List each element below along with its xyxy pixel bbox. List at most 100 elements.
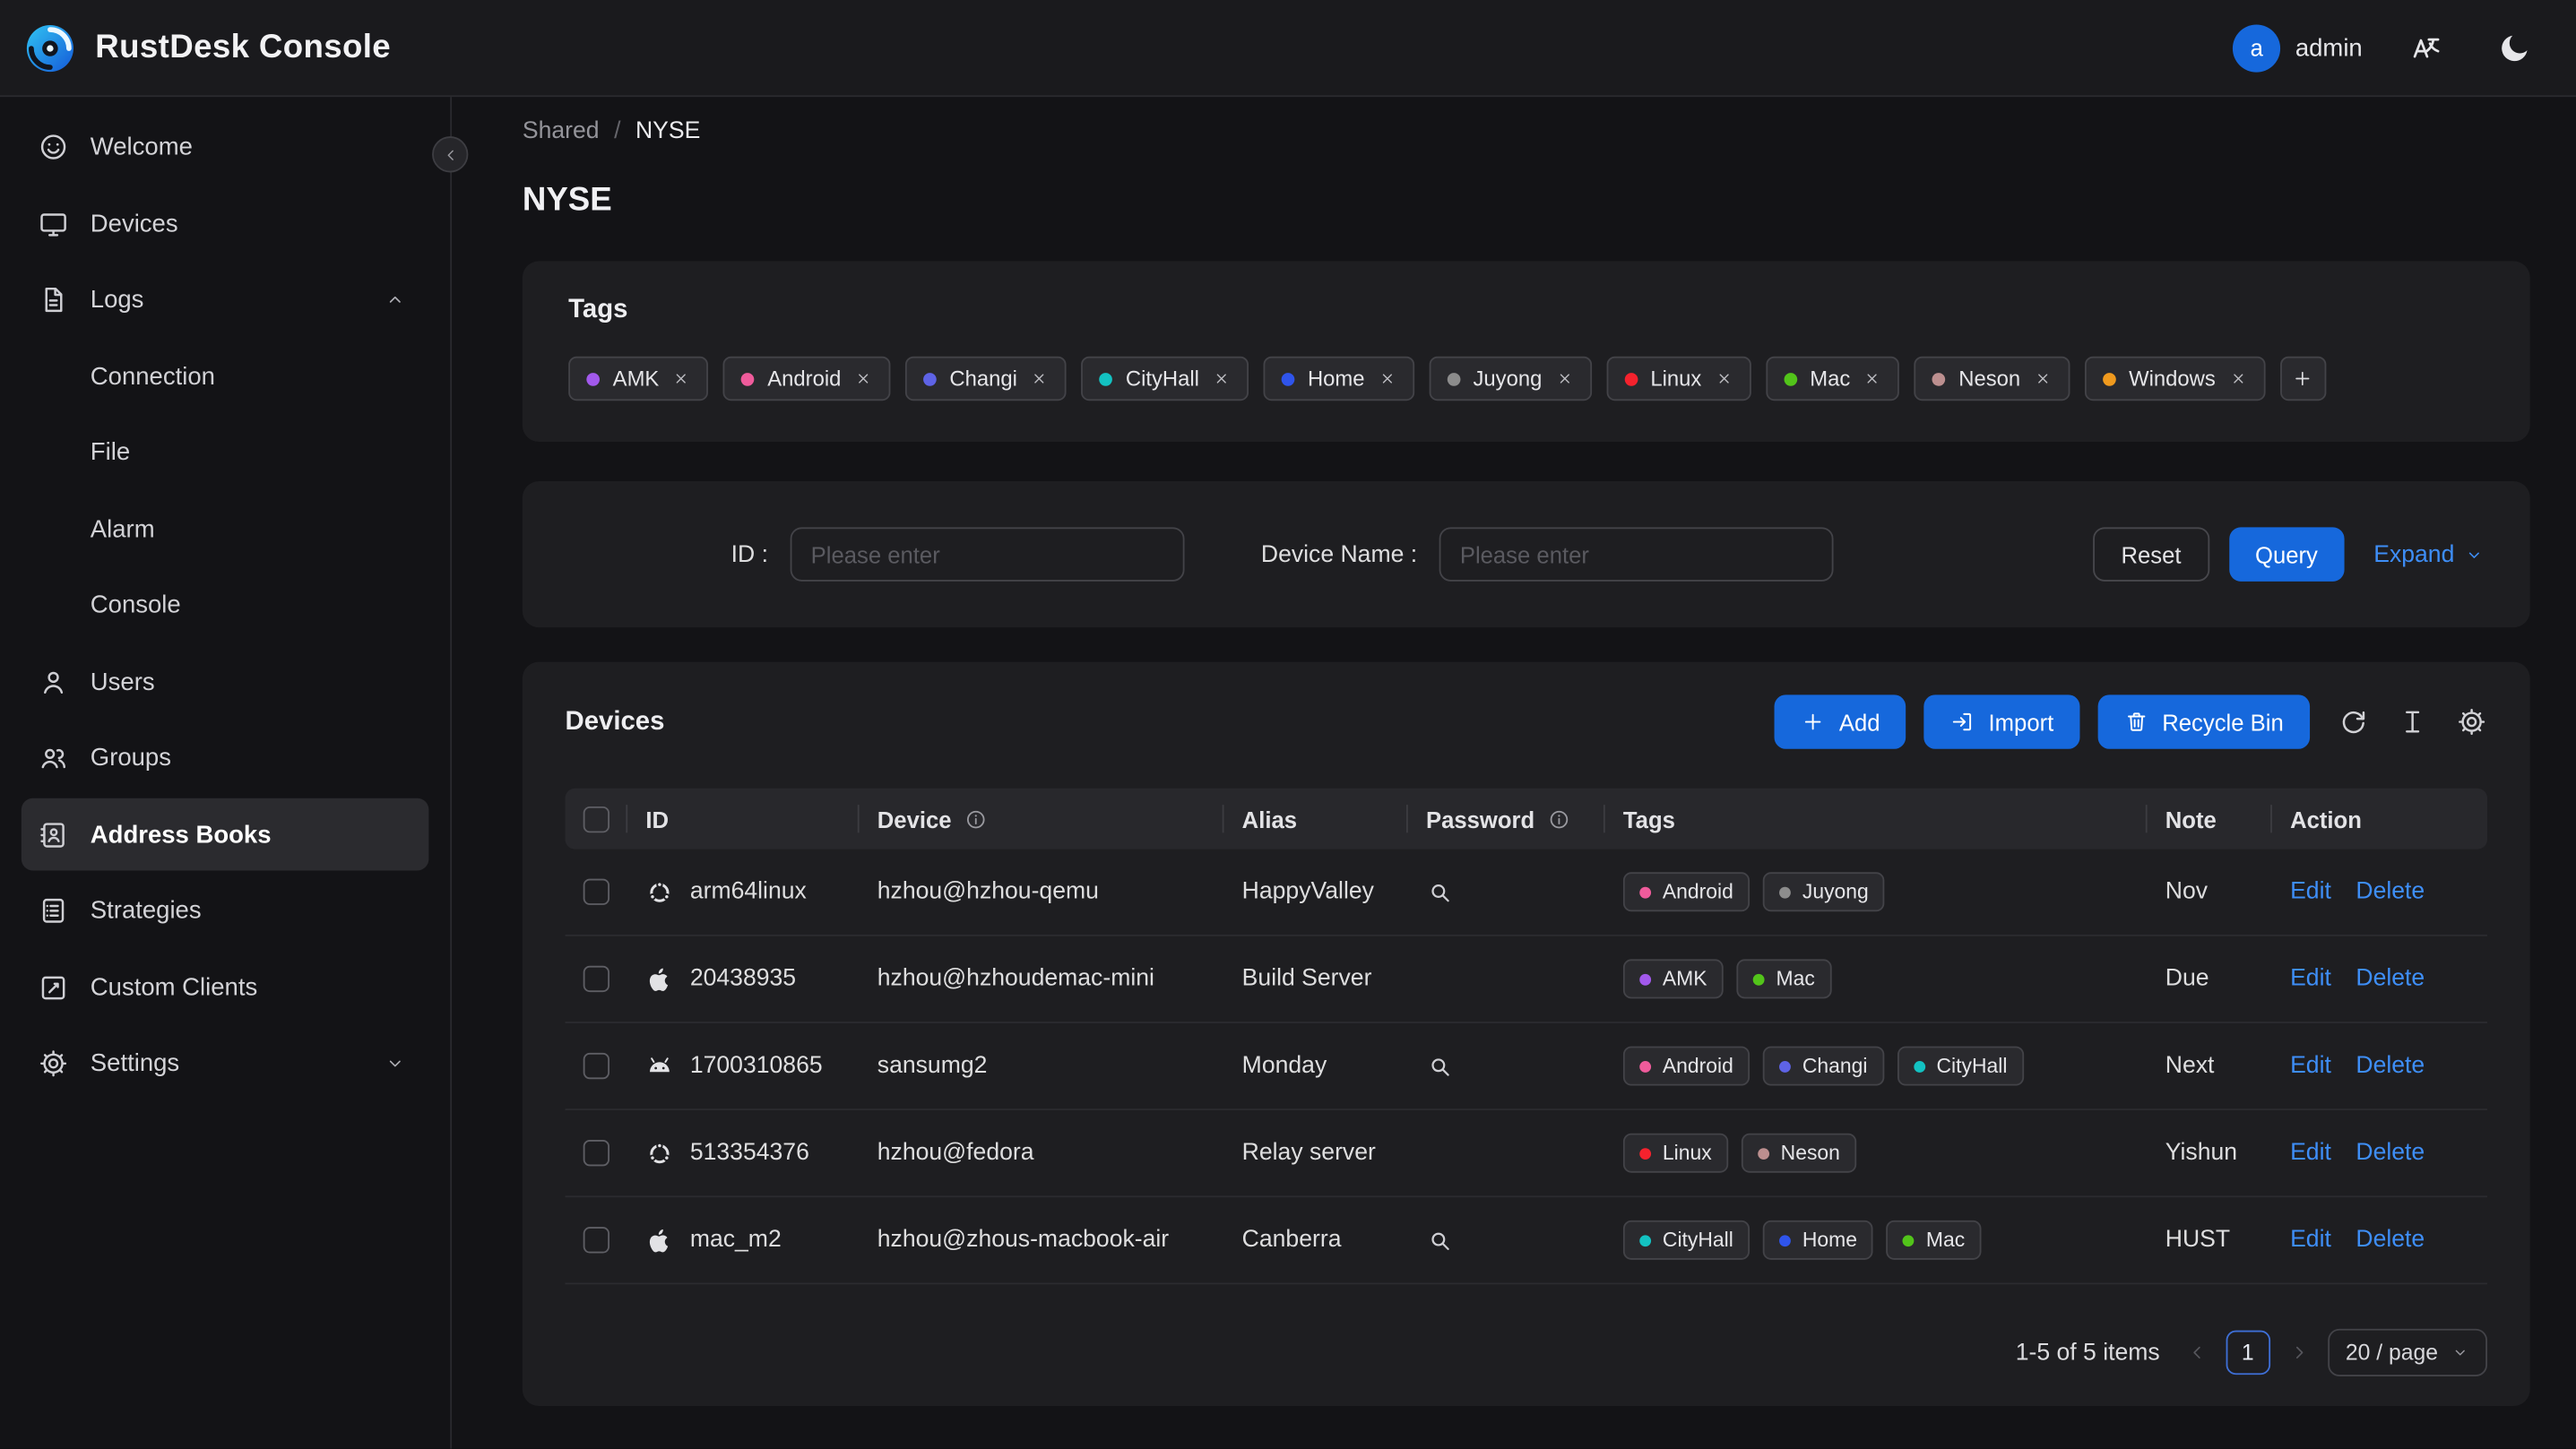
language-icon[interactable] (2408, 30, 2442, 65)
add-button[interactable]: Add (1775, 694, 1906, 749)
recycle-bin-button[interactable]: Recycle Bin (2097, 694, 2311, 749)
sidebar-item-connection[interactable]: Connection (22, 340, 429, 412)
delete-link[interactable]: Delete (2356, 966, 2425, 992)
sidebar-item-welcome[interactable]: Welcome (22, 111, 429, 184)
password-cell (1408, 936, 1605, 1022)
remove-tag-icon[interactable] (1378, 369, 1396, 387)
remove-tag-icon[interactable] (1555, 369, 1573, 387)
sidebar-item-alarm[interactable]: Alarm (22, 493, 429, 565)
password-cell (1408, 850, 1605, 935)
tag-chip-juyong[interactable]: Juyong (1429, 356, 1592, 401)
remove-tag-icon[interactable] (1715, 369, 1733, 387)
devices-card-header: Devices Add Import Recycle Bin (566, 694, 2488, 749)
device-name-input[interactable] (1438, 527, 1833, 582)
id-input[interactable] (789, 527, 1184, 582)
tag-chip-linux[interactable]: Linux (1605, 356, 1751, 401)
alias-cell: HappyValley (1224, 850, 1408, 935)
edit-link[interactable]: Edit (2290, 879, 2331, 905)
custom-client-icon (38, 971, 69, 1003)
reset-button[interactable]: Reset (2093, 527, 2209, 582)
table-header-row: ID Device Alias Password Tags Note Action (565, 788, 2488, 850)
sidebar-item-label: Alarm (90, 514, 155, 543)
remove-tag-icon[interactable] (2228, 369, 2246, 387)
table-body: arm64linux hzhou@hzhou-qemu HappyValley And… (565, 850, 2488, 1285)
view-password-icon[interactable] (1426, 1226, 1454, 1254)
tag-chip-android[interactable]: Android (722, 356, 891, 401)
row-checkbox[interactable] (583, 1052, 610, 1080)
info-icon[interactable] (1548, 807, 1571, 831)
tag-chip-changi[interactable]: Changi (904, 356, 1067, 401)
edit-link[interactable]: Edit (2290, 1227, 2331, 1253)
tag-color-dot (586, 372, 601, 385)
refresh-icon[interactable] (2338, 706, 2369, 737)
sidebar-item-users[interactable]: Users (22, 645, 429, 718)
remove-tag-icon[interactable] (1031, 369, 1049, 387)
edit-link[interactable]: Edit (2290, 966, 2331, 992)
sidebar-collapse-button[interactable] (432, 136, 469, 173)
remove-tag-icon[interactable] (672, 369, 690, 387)
sidebar-item-custom-clients[interactable]: Custom Clients (22, 951, 429, 1023)
row-height-icon[interactable] (2397, 706, 2428, 737)
user-name[interactable]: admin (2295, 34, 2363, 62)
column-label: Alias (1241, 806, 1298, 832)
device-alias: Monday (1241, 1052, 1327, 1080)
page-size-select[interactable]: 20 / page (2327, 1328, 2488, 1376)
row-checkbox[interactable] (583, 965, 610, 993)
note-cell: HUST (2148, 1197, 2272, 1282)
remove-tag-icon[interactable] (1863, 369, 1881, 387)
sidebar-item-address-books[interactable]: Address Books (21, 798, 429, 871)
sidebar-item-console[interactable]: Console (22, 569, 429, 642)
edit-link[interactable]: Edit (2290, 1140, 2331, 1166)
gear-icon (38, 1048, 69, 1079)
remove-tag-icon[interactable] (2034, 369, 2052, 387)
view-password-icon[interactable] (1426, 878, 1454, 906)
breadcrumb-shared[interactable]: Shared (523, 118, 600, 144)
query-button[interactable]: Query (2228, 527, 2345, 582)
prev-page-icon[interactable] (2186, 1341, 2208, 1363)
next-page-icon[interactable] (2288, 1341, 2310, 1363)
delete-link[interactable]: Delete (2356, 1053, 2425, 1079)
select-all-checkbox[interactable] (583, 806, 610, 832)
tag-chip-cityhall[interactable]: CityHall (1081, 356, 1249, 401)
tag-chip-amk[interactable]: AMK (568, 356, 709, 401)
row-checkbox[interactable] (583, 1140, 610, 1167)
expand-link[interactable]: Expand (2373, 541, 2484, 567)
current-page-button[interactable]: 1 (2226, 1330, 2270, 1376)
table-settings-gear-icon[interactable] (2456, 706, 2487, 737)
user-avatar[interactable]: a (2233, 23, 2281, 72)
delete-link[interactable]: Delete (2356, 1227, 2425, 1253)
edit-link[interactable]: Edit (2290, 1053, 2331, 1079)
import-button[interactable]: Import (1924, 694, 2080, 749)
device-id: 1700310865 (689, 1052, 823, 1080)
devices-table: ID Device Alias Password Tags Note Action arm6… (565, 788, 2488, 1285)
tag-chip-home[interactable]: Home (1263, 356, 1414, 401)
remove-tag-icon[interactable] (854, 369, 872, 387)
sidebar-item-file[interactable]: File (22, 417, 429, 489)
row-checkbox[interactable] (583, 1227, 610, 1254)
tag-color-dot (1903, 1234, 1915, 1246)
sidebar-item-logs[interactable]: Logs (22, 263, 429, 336)
info-icon[interactable] (964, 807, 988, 831)
tag-chip-neson[interactable]: Neson (1914, 356, 2070, 401)
delete-link[interactable]: Delete (2356, 1140, 2425, 1166)
sidebar-item-settings[interactable]: Settings (22, 1027, 429, 1100)
row-tag-neson: Neson (1741, 1133, 1857, 1173)
sidebar-item-devices[interactable]: Devices (22, 187, 429, 260)
device-name: sansumg2 (877, 1052, 988, 1080)
delete-link[interactable]: Delete (2356, 879, 2425, 905)
action-cell: Edit Delete (2272, 1110, 2487, 1195)
view-password-icon[interactable] (1426, 1052, 1454, 1080)
monitor-icon (38, 208, 69, 239)
group-icon (38, 742, 69, 773)
device-id: arm64linux (689, 878, 807, 905)
remove-tag-icon[interactable] (1213, 369, 1231, 387)
tag-label: Mac (1776, 967, 1815, 991)
sidebar-item-groups[interactable]: Groups (22, 722, 429, 795)
add-tag-button[interactable] (2279, 356, 2326, 401)
address-book-icon (38, 819, 69, 850)
sidebar-item-strategies[interactable]: Strategies (22, 875, 429, 947)
row-checkbox[interactable] (583, 878, 610, 905)
tag-chip-mac[interactable]: Mac (1765, 356, 1900, 401)
theme-toggle-moon-icon[interactable] (2497, 30, 2531, 65)
tag-chip-windows[interactable]: Windows (2084, 356, 2265, 401)
